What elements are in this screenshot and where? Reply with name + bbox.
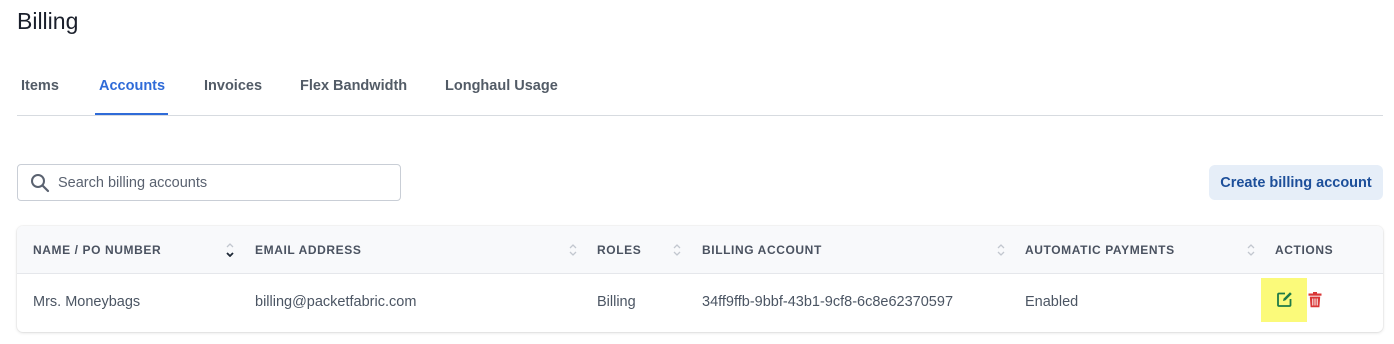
cell-roles: Billing [597, 294, 636, 310]
search-input[interactable] [58, 165, 388, 200]
active-tab-indicator [95, 113, 168, 115]
search-icon [31, 174, 50, 193]
column-header-actions: ACTIONS [1275, 243, 1334, 257]
tab-items[interactable]: Items [21, 78, 59, 94]
billing-accounts-table: NAME / PO NUMBER EMAIL ADDRESS ROLES BIL… [17, 226, 1383, 332]
tab-accounts[interactable]: Accounts [99, 78, 165, 94]
column-header-name[interactable]: NAME / PO NUMBER [33, 243, 161, 257]
trash-icon [1308, 292, 1322, 308]
edit-button[interactable] [1261, 278, 1307, 322]
chevron-down-icon[interactable] [225, 243, 235, 257]
cell-billing-account: 34ff9ffb-9bbf-43b1-9cf8-6c8e62370597 [702, 294, 954, 310]
tab-longhaul-usage[interactable]: Longhaul Usage [445, 78, 558, 94]
column-header-automatic-payments[interactable]: AUTOMATIC PAYMENTS [1025, 243, 1175, 257]
delete-button[interactable] [1307, 292, 1323, 310]
sort-icon[interactable] [672, 243, 682, 257]
create-billing-account-button[interactable]: Create billing account [1209, 165, 1383, 200]
search-box [17, 164, 401, 201]
tab-flex-bandwidth[interactable]: Flex Bandwidth [300, 78, 407, 94]
table-header: NAME / PO NUMBER EMAIL ADDRESS ROLES BIL… [17, 226, 1383, 274]
cell-name: Mrs. Moneybags [33, 294, 141, 310]
table-row: Mrs. Moneybags billing@packetfabric.com … [17, 274, 1383, 332]
cell-automatic-payments: Enabled [1025, 294, 1079, 310]
column-header-roles[interactable]: ROLES [597, 243, 641, 257]
sort-icon[interactable] [996, 243, 1006, 257]
tab-bar: Items Accounts Invoices Flex Bandwidth L… [17, 70, 1383, 116]
column-header-billing-account[interactable]: BILLING ACCOUNT [702, 243, 822, 257]
tab-invoices[interactable]: Invoices [204, 78, 262, 94]
page-title: Billing [17, 8, 79, 34]
column-header-email[interactable]: EMAIL ADDRESS [255, 243, 361, 257]
sort-icon[interactable] [568, 243, 578, 257]
sort-icon[interactable] [1246, 243, 1256, 257]
edit-icon [1277, 292, 1292, 307]
cell-email: billing@packetfabric.com [255, 294, 417, 310]
